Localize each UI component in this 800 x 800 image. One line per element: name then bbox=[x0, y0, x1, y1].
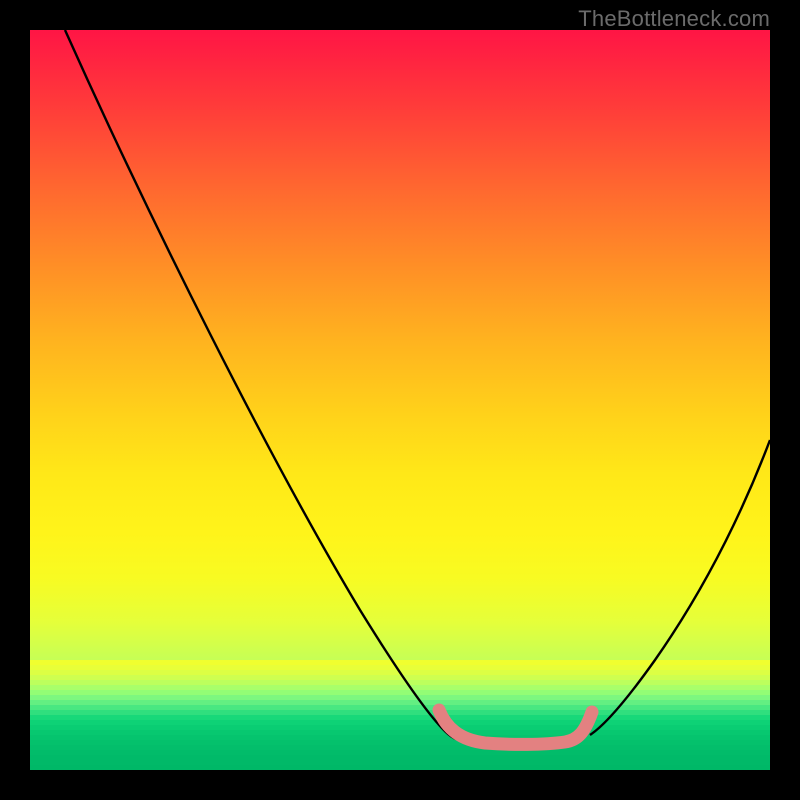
gradient-bands bbox=[30, 660, 770, 770]
right-curve bbox=[590, 440, 770, 735]
chart-frame: TheBottleneck.com bbox=[0, 0, 800, 800]
valley-highlight bbox=[439, 710, 592, 744]
plot-area bbox=[30, 30, 770, 770]
curve-layer bbox=[30, 30, 770, 770]
watermark-text: TheBottleneck.com bbox=[578, 6, 770, 32]
left-curve bbox=[65, 30, 460, 740]
